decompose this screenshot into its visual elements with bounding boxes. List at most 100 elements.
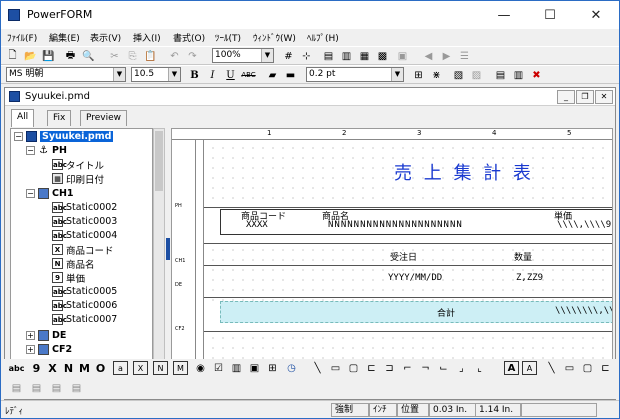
menu-format[interactable]: 書式(O) bbox=[173, 31, 205, 44]
field-product-code[interactable]: XXXX bbox=[246, 220, 268, 230]
tree-root[interactable]: Syuukei.pmd bbox=[26, 130, 114, 143]
table-icon[interactable]: ▩ bbox=[375, 49, 390, 63]
underline-button[interactable]: U bbox=[223, 68, 238, 82]
tree-item[interactable]: abc Static0005 bbox=[52, 285, 117, 298]
total-label[interactable]: 合計 bbox=[437, 306, 455, 319]
header-quantity[interactable]: 数量 bbox=[514, 250, 532, 263]
tree-band-de[interactable]: DE bbox=[38, 329, 66, 342]
paste-icon[interactable]: 📋 bbox=[143, 49, 158, 63]
tree-item[interactable]: X 商品コード bbox=[52, 243, 114, 257]
tree-item-print-date[interactable]: ▦ 印刷日付 bbox=[52, 172, 104, 186]
menu-view[interactable]: 表示(V) bbox=[90, 31, 121, 44]
doc-close-button[interactable]: ✕ bbox=[595, 90, 613, 104]
tree-item[interactable]: abc Static0003 bbox=[52, 215, 117, 228]
open-folder-icon[interactable]: 📂 bbox=[23, 49, 38, 63]
tree-item[interactable]: abc Static0004 bbox=[52, 229, 117, 242]
field-list-icon[interactable]: ▥ bbox=[511, 68, 526, 82]
numeric-tool[interactable]: 9 bbox=[29, 361, 44, 375]
bracket-icon[interactable]: ⊏ bbox=[598, 361, 613, 375]
collapse-icon[interactable]: − bbox=[26, 146, 35, 155]
doc-restore-button[interactable]: ❐ bbox=[576, 90, 594, 104]
grid-icon[interactable]: # bbox=[281, 49, 296, 63]
scrollbar-thumb[interactable] bbox=[155, 131, 163, 191]
page-layout-icon[interactable]: ▥ bbox=[339, 49, 354, 63]
preview-icon[interactable]: ▣ bbox=[395, 49, 410, 63]
corner-icon[interactable]: ¬ bbox=[418, 361, 433, 375]
properties-icon[interactable]: ▤ bbox=[493, 68, 508, 82]
rect-tool-icon[interactable]: ▭ bbox=[562, 361, 577, 375]
bracket-icon[interactable]: ⊏ bbox=[364, 361, 379, 375]
radio-icon[interactable]: ◉ bbox=[193, 361, 208, 375]
tree-item[interactable]: abc Static0002 bbox=[52, 201, 117, 214]
checkbox-icon[interactable]: ☑ bbox=[211, 361, 226, 375]
maximize-button[interactable]: ☐ bbox=[527, 1, 573, 29]
print-preview-icon[interactable]: 🔍 bbox=[81, 49, 96, 63]
tree-item[interactable]: abc Static0007 bbox=[52, 313, 117, 326]
field-product-name[interactable]: NNNNNNNNNNNNNNNNNNNNN bbox=[328, 220, 463, 230]
report-icon[interactable]: ▦ bbox=[357, 49, 372, 63]
tree-item-title[interactable]: abc タイトル bbox=[52, 158, 104, 172]
splitter-handle[interactable] bbox=[166, 238, 170, 260]
corner-icon[interactable]: ⌐ bbox=[400, 361, 415, 375]
list-icon[interactable]: ☰ bbox=[457, 49, 472, 63]
copy-icon[interactable]: ⎘ bbox=[125, 49, 140, 63]
doc-minimize-button[interactable]: _ bbox=[557, 90, 575, 104]
italic-button[interactable]: I bbox=[205, 68, 220, 82]
expand-icon[interactable]: + bbox=[26, 331, 35, 340]
corner-icon[interactable]: ⌞ bbox=[472, 361, 487, 375]
field-unit-price[interactable]: \\\\,\\\\9 bbox=[557, 220, 611, 230]
redo-icon[interactable]: ↷ bbox=[185, 49, 200, 63]
report-title[interactable]: 売 上 集 計 表 bbox=[394, 159, 534, 185]
collapse-icon[interactable]: − bbox=[26, 189, 35, 198]
menu-help[interactable]: ﾍﾙﾌﾟ(H) bbox=[307, 31, 339, 44]
tree-band-ph[interactable]: ⚓ PH bbox=[38, 144, 67, 157]
field-order-date[interactable]: YYYY/MM/DD bbox=[388, 273, 442, 283]
next-arrow-icon[interactable]: ▶ bbox=[439, 49, 454, 63]
tab-fix[interactable]: Fix bbox=[47, 110, 72, 126]
close-button[interactable]: ✕ bbox=[573, 1, 619, 29]
snap-icon[interactable]: ⊹ bbox=[299, 49, 314, 63]
image-icon[interactable]: ▣ bbox=[247, 361, 262, 375]
cut-icon[interactable]: ✂ bbox=[107, 49, 122, 63]
rounded-rect-icon[interactable]: ▢ bbox=[346, 361, 361, 375]
rect-tool-icon[interactable]: ▭ bbox=[328, 361, 343, 375]
barcode-icon[interactable]: ▥ bbox=[229, 361, 244, 375]
menu-window[interactable]: ｳｨﾝﾄﾞｳ(W) bbox=[253, 31, 296, 44]
align-left-icon[interactable]: ▤ bbox=[9, 381, 24, 395]
font-select[interactable]: MS 明朝 ▼ bbox=[6, 67, 126, 82]
line-tool-icon[interactable]: ╲ bbox=[544, 361, 559, 375]
field-quantity[interactable]: Z,ZZ9 bbox=[516, 273, 543, 283]
band-icon[interactable]: ▤ bbox=[321, 49, 336, 63]
menu-insert[interactable]: 挿入(I) bbox=[133, 31, 161, 44]
bracket-icon[interactable]: ⊐ bbox=[382, 361, 397, 375]
ocr-tool[interactable]: O bbox=[93, 361, 108, 375]
line-tool-icon[interactable]: ╲ bbox=[310, 361, 325, 375]
mixed-tool[interactable]: M bbox=[77, 361, 92, 375]
line-width-select[interactable]: 0.2 pt ▼ bbox=[306, 67, 404, 82]
tree-item[interactable]: abc Static0006 bbox=[52, 299, 117, 312]
corner-icon[interactable]: ⌙ bbox=[436, 361, 451, 375]
boxed-a-tool[interactable]: a bbox=[113, 361, 128, 375]
boxed-x-tool[interactable]: X bbox=[133, 361, 148, 375]
tree-scrollbar[interactable] bbox=[153, 128, 165, 396]
tree-item[interactable]: N 商品名 bbox=[52, 257, 95, 271]
group-icon[interactable]: ▧ bbox=[451, 68, 466, 82]
align-justify-icon[interactable]: ▤ bbox=[69, 381, 84, 395]
menu-edit[interactable]: 編集(E) bbox=[49, 31, 80, 44]
new-file-icon[interactable]: 🗋 bbox=[5, 49, 20, 63]
boxed-n-tool[interactable]: N bbox=[153, 361, 168, 375]
header-order-date[interactable]: 受注日 bbox=[390, 250, 417, 263]
table-icon[interactable]: ⊞ bbox=[265, 361, 280, 375]
distribute-icon[interactable]: ⋇ bbox=[429, 68, 444, 82]
kanji-tool[interactable]: N bbox=[61, 361, 76, 375]
align-icon[interactable]: ⊞ bbox=[411, 68, 426, 82]
rounded-rect-icon[interactable]: ▢ bbox=[580, 361, 595, 375]
align-center-icon[interactable]: ▤ bbox=[29, 381, 44, 395]
ungroup-icon[interactable]: ▨ bbox=[469, 68, 484, 82]
print-icon[interactable]: 🖶 bbox=[63, 49, 78, 63]
text-frame-icon[interactable]: A bbox=[522, 361, 537, 375]
tree-item[interactable]: 9 単価 bbox=[52, 271, 85, 285]
fill-color-icon[interactable]: ▰ bbox=[265, 68, 280, 82]
align-right-icon[interactable]: ▤ bbox=[49, 381, 64, 395]
total-value[interactable]: \\\\\\\\,\\\\\\\\\\\\,\\\\\\\\ bbox=[555, 306, 612, 316]
